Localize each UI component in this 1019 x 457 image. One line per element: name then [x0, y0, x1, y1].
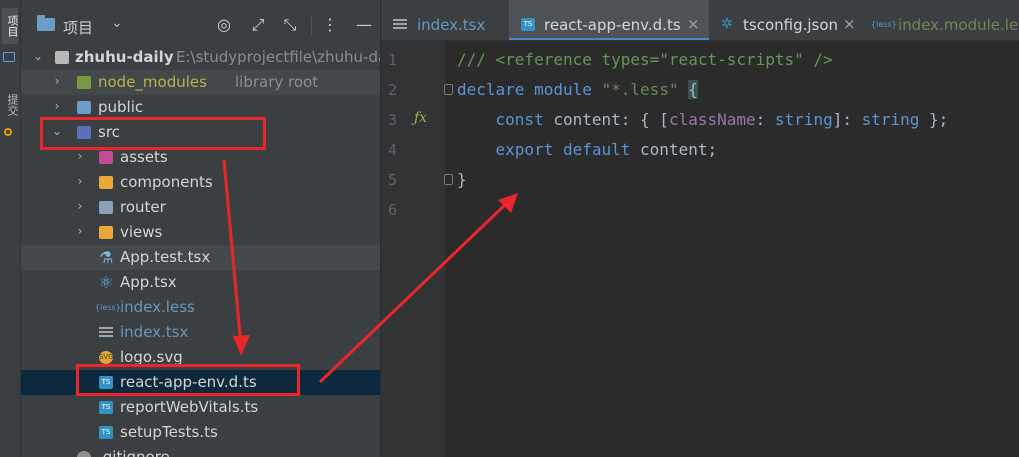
arrow-diagonal-line: [318, 200, 510, 384]
arrow-down-line: [222, 159, 243, 347]
annotation-arrows: [222, 159, 518, 384]
arrow-down-head: [233, 335, 250, 356]
ide-window: 项目 提交 项目 ⌄ ◎ ⤢ ⤡ ⋮ — ⌄ zhuhu-daily E:\st…: [0, 0, 1019, 457]
